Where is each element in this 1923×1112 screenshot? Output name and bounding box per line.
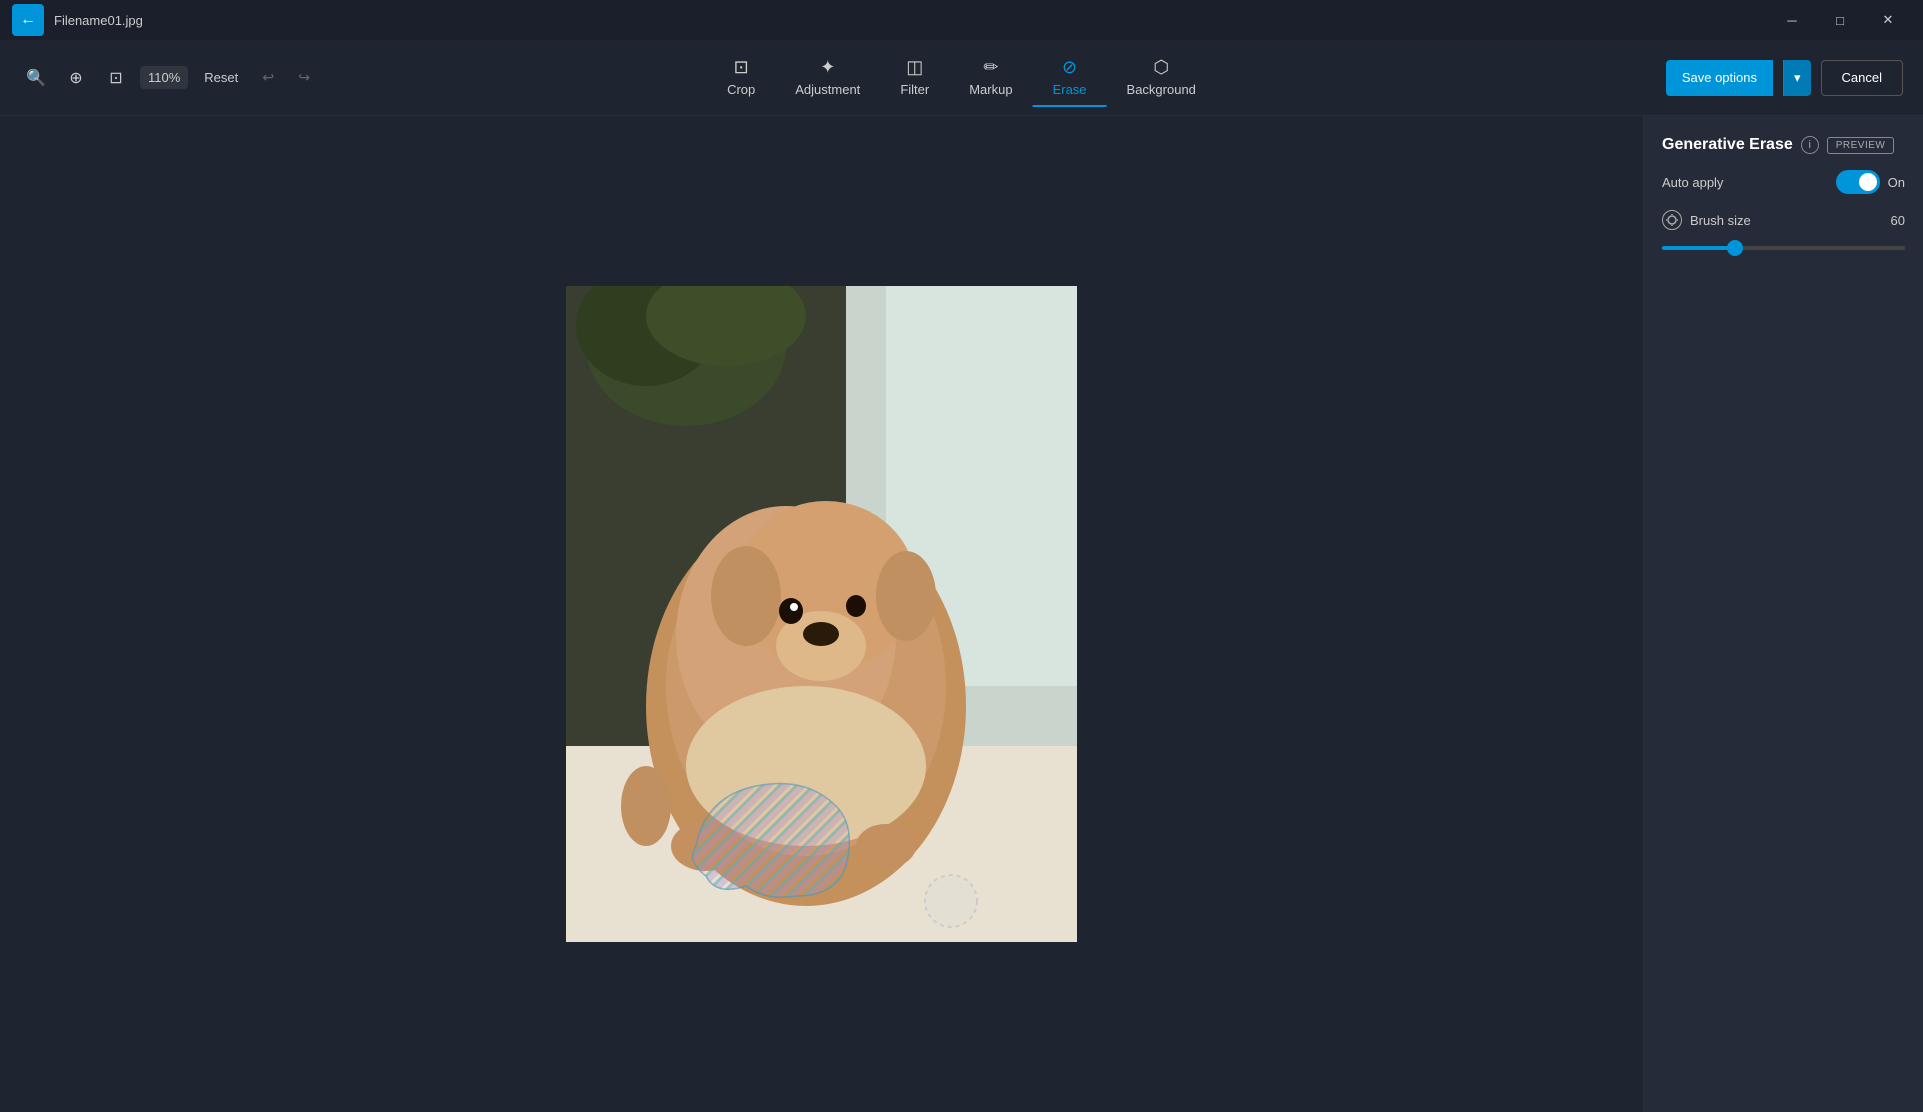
- save-options-button[interactable]: Save options: [1666, 60, 1773, 96]
- redo-icon: ↪: [298, 69, 310, 86]
- nav-tool-markup[interactable]: ✏ Markup: [949, 49, 1032, 107]
- back-icon: ←: [20, 11, 36, 29]
- info-icon[interactable]: i: [1801, 136, 1819, 154]
- nav-tools: ⊡ Crop ✦ Adjustment ◫ Filter ✏ Markup ⊘ …: [707, 49, 1216, 107]
- titlebar-left: ← Filename01.jpg: [12, 4, 143, 36]
- nav-tool-crop[interactable]: ⊡ Crop: [707, 49, 775, 107]
- undo-button[interactable]: ↩: [254, 64, 282, 92]
- filter-label: Filter: [900, 82, 929, 97]
- nav-tool-adjustment[interactable]: ✦ Adjustment: [775, 49, 880, 107]
- toolbar-right: Save options ▾ Cancel: [1666, 60, 1903, 96]
- fit-button[interactable]: ⊡: [100, 62, 132, 94]
- filename-label: Filename01.jpg: [54, 13, 143, 28]
- panel-title: Generative Erase: [1662, 136, 1793, 154]
- zoom-out-button[interactable]: 🔍: [20, 62, 52, 94]
- restore-button[interactable]: □: [1817, 4, 1863, 36]
- save-options-dropdown[interactable]: ▾: [1783, 60, 1811, 96]
- adjustment-icon: ✦: [820, 57, 835, 78]
- markup-label: Markup: [969, 82, 1012, 97]
- brush-size-slider-container: [1662, 238, 1905, 258]
- markup-icon: ✏: [983, 57, 998, 78]
- cancel-button[interactable]: Cancel: [1821, 60, 1903, 96]
- auto-apply-toggle[interactable]: [1836, 170, 1880, 194]
- back-button[interactable]: ←: [12, 4, 44, 36]
- erase-label: Erase: [1053, 82, 1087, 97]
- brush-size-row: Brush size 60: [1662, 210, 1905, 258]
- nav-tool-background[interactable]: ⬡ Background: [1107, 49, 1216, 107]
- undo-icon: ↩: [262, 69, 274, 86]
- adjustment-label: Adjustment: [795, 82, 860, 97]
- panel-title-row: Generative Erase i PREVIEW: [1662, 136, 1905, 154]
- minimize-button[interactable]: ─: [1769, 4, 1815, 36]
- reset-button[interactable]: Reset: [196, 66, 246, 89]
- filter-icon: ◫: [906, 57, 923, 78]
- redo-button[interactable]: ↪: [290, 64, 318, 92]
- auto-apply-row: Auto apply On: [1662, 170, 1905, 194]
- zoom-in-icon: ⊕: [69, 68, 82, 88]
- nav-tool-erase[interactable]: ⊘ Erase: [1033, 49, 1107, 107]
- brush-size-header: Brush size 60: [1662, 210, 1905, 230]
- background-icon: ⬡: [1153, 57, 1169, 78]
- dropdown-icon: ▾: [1794, 70, 1801, 86]
- fit-icon: ⊡: [109, 68, 122, 88]
- brush-icon: [1662, 210, 1682, 230]
- toggle-state-label: On: [1888, 175, 1905, 190]
- nav-tool-filter[interactable]: ◫ Filter: [880, 49, 949, 107]
- erase-icon: ⊘: [1062, 57, 1077, 78]
- close-button[interactable]: ✕: [1865, 4, 1911, 36]
- brush-size-label: Brush size: [1690, 213, 1751, 228]
- canvas-area[interactable]: [0, 116, 1643, 1112]
- main-area: Generative Erase i PREVIEW Auto apply On: [0, 116, 1923, 1112]
- main-image: [566, 286, 1077, 942]
- background-label: Background: [1127, 82, 1196, 97]
- auto-apply-label: Auto apply: [1662, 175, 1723, 190]
- right-panel: Generative Erase i PREVIEW Auto apply On: [1643, 116, 1923, 1112]
- brush-size-value: 60: [1891, 213, 1905, 228]
- zoom-in-button[interactable]: ⊕: [60, 62, 92, 94]
- preview-badge[interactable]: PREVIEW: [1827, 137, 1895, 154]
- zoom-level: 110%: [140, 66, 188, 89]
- zoom-out-icon: 🔍: [26, 68, 46, 88]
- crop-label: Crop: [727, 82, 755, 97]
- titlebar: ← Filename01.jpg ─ □ ✕: [0, 0, 1923, 40]
- toolbar: 🔍 ⊕ ⊡ 110% Reset ↩ ↪ ⊡ Crop ✦ Adjustment…: [0, 40, 1923, 116]
- toggle-right: On: [1836, 170, 1905, 194]
- image-container: [566, 286, 1077, 942]
- brush-size-left: Brush size: [1662, 210, 1751, 230]
- window-controls: ─ □ ✕: [1769, 4, 1911, 36]
- crop-icon: ⊡: [734, 57, 749, 78]
